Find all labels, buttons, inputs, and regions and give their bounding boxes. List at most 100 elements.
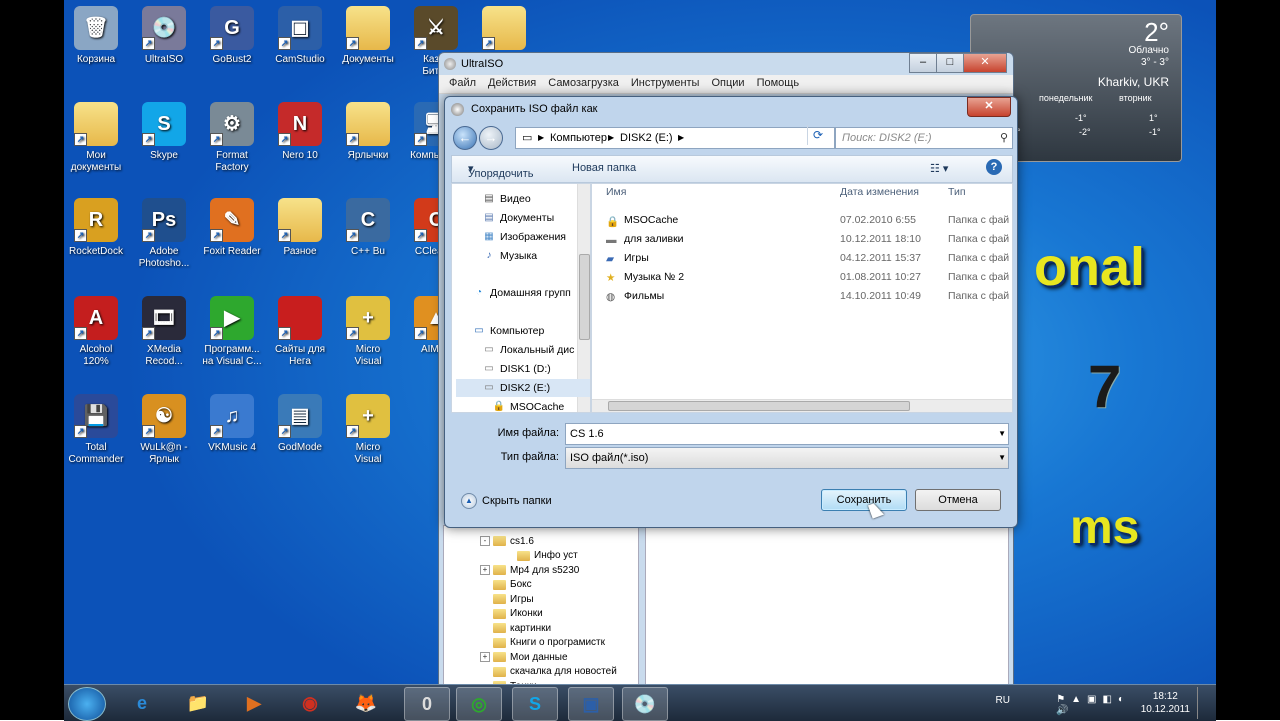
file-row[interactable]: ◍ Фильмы 14.10.2011 10:49 Папка с фай [606, 288, 1012, 306]
tree-item[interactable]: Иконки [480, 607, 543, 621]
desktop-icon-folder1[interactable]: ↗ [468, 6, 540, 54]
menu-tools[interactable]: Инструменты [625, 75, 706, 93]
clock[interactable]: 18:12 10.12.2011 [1141, 690, 1190, 716]
help-icon[interactable]: ? [986, 159, 1002, 175]
breadcrumb-disk2[interactable]: DISK2 (E:) [620, 128, 673, 148]
horizontal-scrollbar[interactable] [592, 399, 1012, 412]
desktop-icon-raznoe[interactable]: ↗ Разное [264, 198, 336, 258]
desktop-icon-micro2[interactable]: + ↗ Micro Visual [332, 394, 404, 466]
desktop-icon-formatfactory[interactable]: ⚙ ↗ Format Factory [196, 102, 268, 174]
search-icon[interactable]: ⚲ [1000, 128, 1008, 148]
language-indicator[interactable]: RU [996, 695, 1010, 706]
menu-options[interactable]: Опции [705, 75, 750, 93]
file-row[interactable]: ▬ для заливки 10.12.2011 18:10 Папка с фай [606, 231, 1012, 249]
column-date[interactable]: Дата изменения [840, 186, 919, 198]
nav-item[interactable]: ▤ Документы [482, 209, 554, 227]
menu-actions[interactable]: Действия [482, 75, 542, 93]
desktop-icon-mydocs[interactable]: ↗ Мои документы [64, 102, 132, 174]
taskbar-button-firefox[interactable]: 🦊 [344, 687, 388, 719]
nav-item[interactable]: ▤ Видео [482, 190, 530, 208]
desktop-icon-rocketdock[interactable]: R ↗ RocketDock [64, 198, 132, 258]
tray-icons[interactable]: ⚑▲▣◧◐🔊 [1056, 694, 1130, 716]
tree-item[interactable]: + Мои данные [480, 650, 568, 664]
desktop-icon-cppbuilder[interactable]: C ↗ C++ Bu [332, 198, 404, 258]
chevron-down-icon[interactable]: ▼ [998, 448, 1006, 468]
desktop-icon-foxit[interactable]: ✎ ↗ Foxit Reader [196, 198, 268, 258]
nav-item[interactable]: ▦ Изображения [482, 228, 566, 246]
local-file-list[interactable] [645, 525, 1009, 685]
menu-file[interactable]: Файл [443, 75, 482, 93]
nav-scrollbar[interactable] [577, 184, 590, 412]
desktop-icon-docs[interactable]: ↗ Документы [332, 6, 404, 66]
view-options-icon[interactable]: ☷ ▾ [930, 162, 948, 175]
desktop-icon-xmedia[interactable]: 🎞 ↗ XMedia Recod... [128, 296, 200, 368]
dialog-titlebar[interactable]: Сохранить ISO файл как ✕ [445, 97, 1017, 121]
taskbar-button-camstudio[interactable]: ▣ [568, 687, 614, 721]
breadcrumb-computer[interactable]: Компьютер [550, 128, 607, 148]
tree-item[interactable]: картинки [480, 621, 551, 635]
show-desktop-button[interactable] [1197, 687, 1210, 719]
desktop-icon-nero[interactable]: N ↗ Nero 10 [264, 102, 336, 162]
maximize-button[interactable]: □ [936, 53, 964, 73]
tree-item[interactable]: Бокс [480, 578, 532, 592]
taskbar-button-app2[interactable]: ◎ [456, 687, 502, 721]
tree-item[interactable]: Книги о програмистк [480, 636, 605, 650]
dialog-close-button[interactable]: ✕ [967, 97, 1011, 117]
hide-folders-button[interactable]: ▲ Скрыть папки [461, 493, 552, 509]
desktop-icon-totalcmd[interactable]: 💾 ↗ Total Commander [64, 394, 132, 466]
menu-help[interactable]: Помощь [751, 75, 806, 93]
column-name[interactable]: Имя [606, 186, 626, 198]
tree-item[interactable]: Игры [480, 592, 534, 606]
minimize-button[interactable]: – [909, 53, 937, 73]
menu-bootable[interactable]: Самозагрузка [542, 75, 625, 93]
desktop-icon-wulkan[interactable]: ☯ ↗ WuLk@n - Ярлык [128, 394, 200, 466]
nav-item[interactable]: ▭ Локальный дис [482, 341, 574, 359]
ultraiso-titlebar[interactable]: UltraISO – □ ✕ [439, 53, 1013, 75]
close-button[interactable]: ✕ [963, 53, 1007, 73]
desktop-icon-godmode[interactable]: ▤ ↗ GodMode [264, 394, 336, 454]
taskbar-button-skype[interactable]: S [512, 687, 558, 721]
search-input[interactable]: Поиск: DISK2 (E:) ⚲ [835, 127, 1013, 149]
organize-button[interactable]: Упорядочить ▾ [468, 162, 533, 180]
start-button[interactable] [68, 687, 106, 721]
desktop-icon-sayty[interactable]: ↗ Сайты для Нега [264, 296, 336, 368]
navigation-pane[interactable]: ▤ Видео ▤ Документы ▦ Изображения ♪ Музыка ◔ Дома… [451, 183, 591, 413]
file-row[interactable]: ▰ Игры 04.12.2011 15:37 Папка с фай [606, 250, 1012, 268]
tree-item[interactable]: + Mp4 для s5230 [480, 563, 579, 577]
desktop-icon-vkmusic[interactable]: ♫ ↗ VKMusic 4 [196, 394, 268, 454]
desktop-icon-yarlychki[interactable]: ↗ Ярлычки [332, 102, 404, 162]
file-row[interactable]: 🔒 MSOCache 07.02.2010 6:55 Папка с фай [606, 212, 1012, 230]
chevron-down-icon[interactable]: ▼ [998, 424, 1006, 444]
taskbar-button-explorer[interactable]: 📁 [176, 687, 220, 719]
taskbar-button-ultraiso[interactable]: 💿 [622, 687, 668, 721]
nav-item[interactable]: ▭ DISK2 (E:) [456, 379, 590, 397]
save-iso-dialog[interactable]: Сохранить ISO файл как ✕ ← → ▭ ▶ Компьют… [444, 96, 1018, 528]
horizontal-scroll-thumb[interactable] [608, 401, 910, 411]
desktop-icon-programmy[interactable]: ▶ ↗ Программ... на Visual C... [196, 296, 268, 368]
address-bar[interactable]: ▭ ▶ Компьютер ▶ DISK2 (E:) ▶ ▼ [515, 127, 862, 149]
desktop-icon-gobust[interactable]: G ↗ GoBust2 [196, 6, 268, 66]
new-folder-button[interactable]: Новая папка [572, 162, 636, 174]
desktop-icon-recycle[interactable]: 🗑 Корзина [64, 6, 132, 66]
file-row[interactable]: ★ Музыка № 2 01.08.2011 10:27 Папка с фай [606, 269, 1012, 287]
desktop-icon-photoshop[interactable]: Ps ↗ Adobe Photosho... [128, 198, 200, 270]
refresh-icon[interactable]: ⟳ [807, 125, 828, 145]
desktop-icon-camstudio[interactable]: ▣ ↗ CamStudio [264, 6, 336, 66]
column-type[interactable]: Тип [948, 186, 966, 198]
taskbar-button-chrome[interactable]: ◉ [288, 687, 332, 719]
tree-item[interactable]: скачалка для новостей [480, 665, 617, 679]
nav-item[interactable]: ♪ Музыка [482, 247, 538, 265]
tree-item[interactable]: - cs1.6 [480, 534, 534, 548]
nav-item[interactable]: ▭ Компьютер [472, 322, 544, 340]
file-list[interactable]: Имя Дата изменения Тип 🔒 MSOCache 07.02.20… [591, 183, 1013, 413]
nav-item[interactable]: ▭ DISK1 (D:) [482, 360, 551, 378]
filename-input[interactable]: CS 1.6 ▼ [565, 423, 1009, 445]
taskbar-button-media[interactable]: ▶ [232, 687, 276, 719]
desktop-icon-micro1[interactable]: + ↗ Micro Visual [332, 296, 404, 368]
forward-button[interactable]: → [479, 126, 503, 150]
taskbar-button-app1[interactable]: 0 [404, 687, 450, 721]
local-folder-tree[interactable]: - cs1.6 Инфо уст + Mp4 для s5230 Бокс Игры Икон… [443, 525, 639, 685]
desktop-icon-alcohol[interactable]: A ↗ Alcohol 120% [64, 296, 132, 368]
tree-item[interactable]: Инфо уст [504, 549, 578, 563]
nav-scroll-thumb[interactable] [579, 254, 590, 340]
